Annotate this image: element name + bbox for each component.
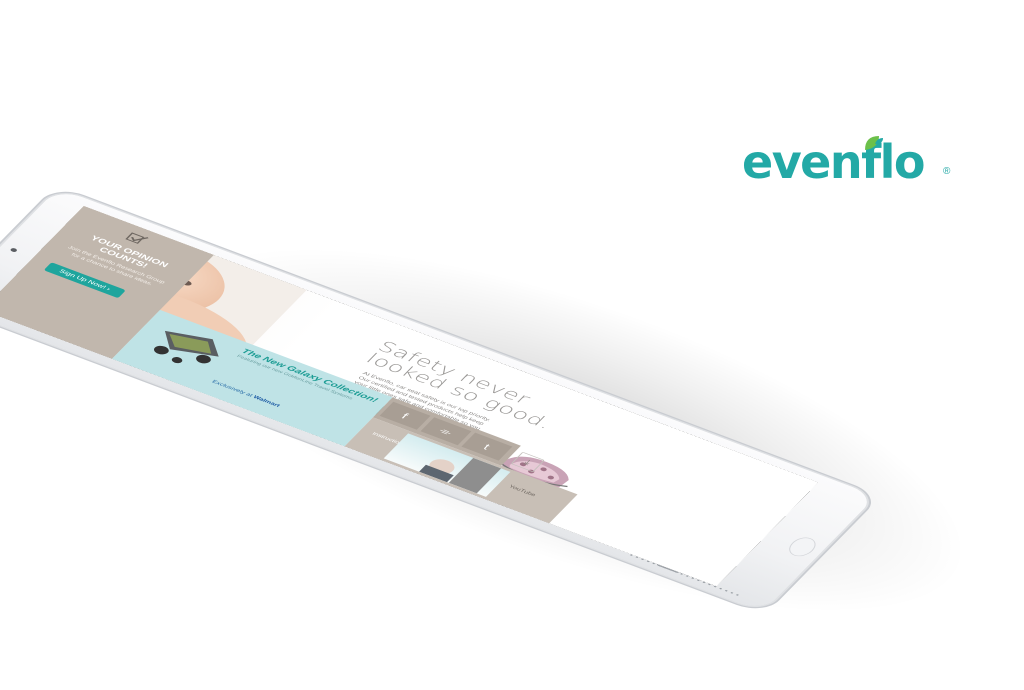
evenflo-logo: evenflo ® xyxy=(742,132,950,192)
logo-text: evenflo xyxy=(742,135,926,189)
leaf-icon xyxy=(865,136,883,150)
walmart-logo-text: Walmart xyxy=(251,395,281,409)
checkbox-icon xyxy=(125,232,149,244)
walmart-prefix: Exclusively at xyxy=(210,379,254,398)
youtube-link[interactable]: YouTube xyxy=(508,484,537,497)
registered-mark: ® xyxy=(943,166,951,177)
